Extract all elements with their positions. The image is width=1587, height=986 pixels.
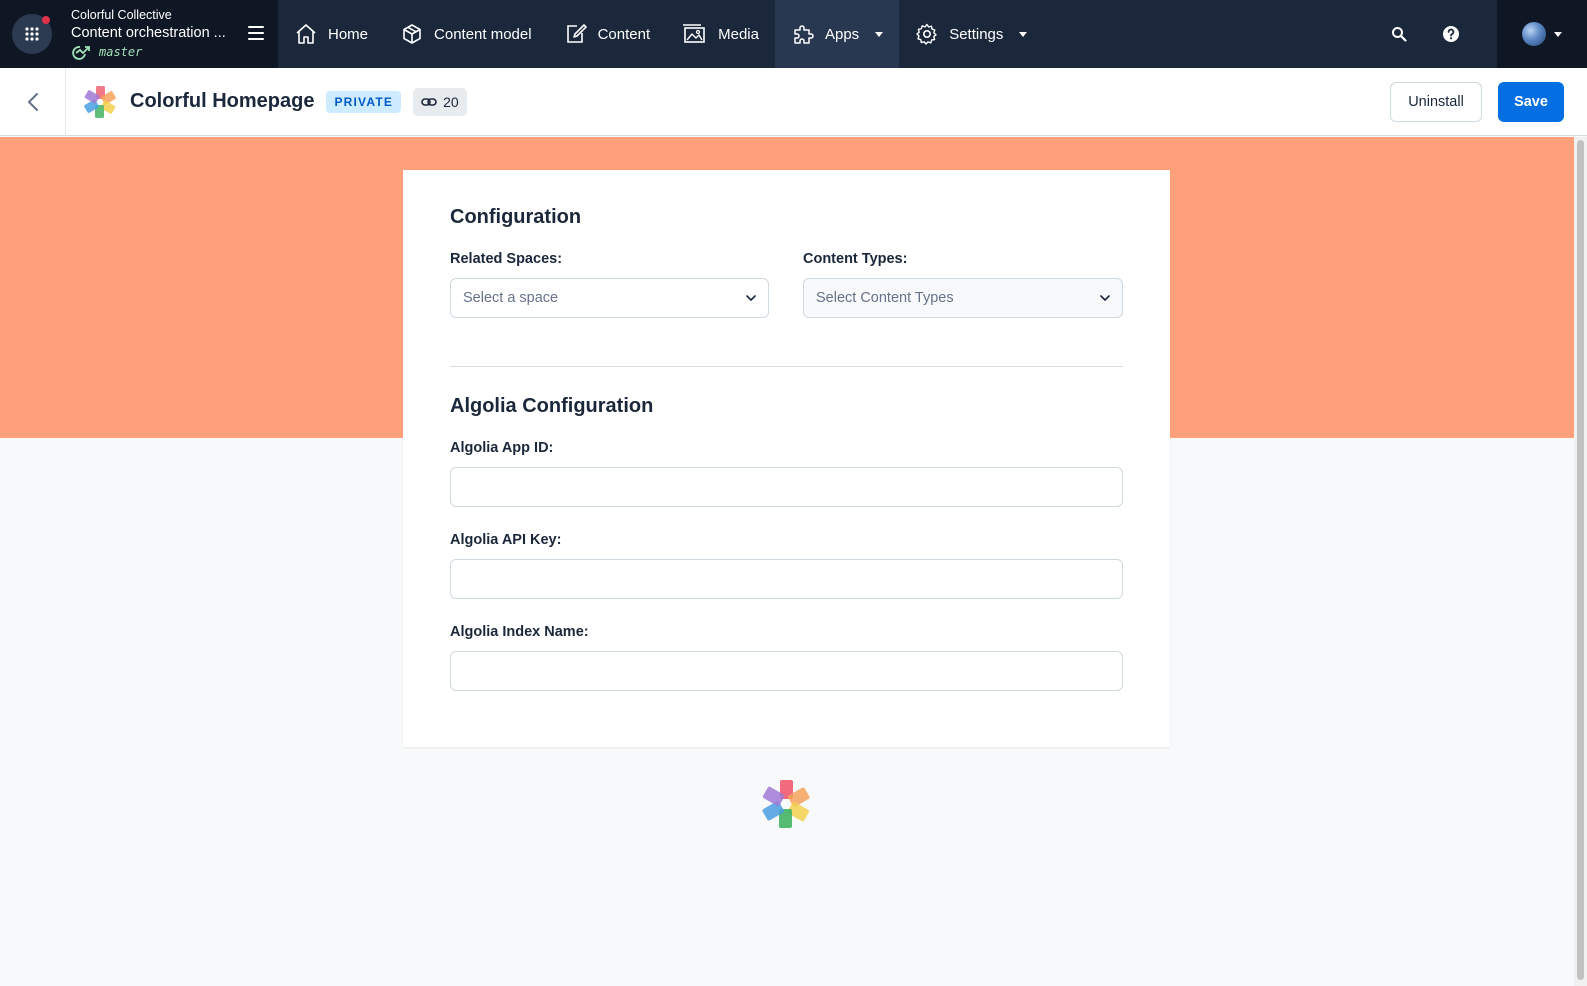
visibility-badge: PRIVATE (326, 90, 402, 113)
user-menu[interactable] (1497, 0, 1587, 68)
algolia-heading: Algolia Configuration (450, 395, 654, 417)
nav-item-apps[interactable]: Apps (774, 0, 900, 68)
environment-name: master (99, 45, 143, 59)
main-nav: Home Content model Content Media Apps Se… (278, 0, 1043, 68)
gear-icon (916, 23, 937, 45)
puzzle-icon (794, 25, 814, 44)
environment-row: master (71, 43, 231, 61)
avatar (1522, 22, 1546, 46)
help-button[interactable] (1425, 0, 1477, 68)
algolia-app-id-label: Algolia App ID: (450, 440, 554, 456)
grid-icon (25, 27, 39, 41)
link-icon (421, 97, 437, 106)
app-header: Colorful Homepage PRIVATE 20 Uninstall S… (0, 67, 1587, 136)
space-name: Content orchestration ... (71, 25, 226, 41)
menu-icon[interactable] (248, 26, 264, 40)
home-icon (296, 24, 316, 44)
references-badge[interactable]: 20 (413, 87, 467, 116)
nav-item-label: Apps (824, 25, 860, 43)
nav-item-label: Content model (434, 25, 532, 43)
related-spaces-label: Related Spaces: (450, 251, 563, 267)
nav-item-label: Media (718, 25, 759, 43)
select-placeholder: Select a space (463, 290, 559, 306)
nav-item-label: Home (328, 25, 369, 43)
colorful-logo-icon (84, 85, 116, 118)
content-types-select[interactable]: Select Content Types (803, 278, 1123, 318)
section-divider (450, 366, 1123, 367)
environment-icon (72, 46, 90, 60)
search-icon (1392, 27, 1407, 42)
scrollbar-thumb[interactable] (1577, 140, 1584, 980)
algolia-api-key-label: Algolia API Key: (450, 532, 562, 548)
image-icon (683, 24, 705, 43)
chevron-down-icon (1554, 31, 1562, 37)
references-count: 20 (443, 93, 459, 110)
chevron-left-icon (27, 92, 38, 111)
save-button[interactable]: Save (1498, 82, 1564, 122)
notification-dot (42, 16, 50, 24)
chevron-down-icon (1019, 31, 1028, 37)
algolia-app-id-input[interactable] (450, 467, 1123, 507)
organization-name: Colorful Collective (71, 8, 172, 22)
colorful-logo-icon (762, 780, 810, 828)
nav-item-home[interactable]: Home (278, 0, 384, 68)
cube-icon (403, 24, 421, 44)
nav-item-label: Settings (949, 25, 1004, 43)
chevron-down-icon (746, 295, 756, 301)
configuration-heading: Configuration (450, 206, 582, 228)
search-button[interactable] (1373, 0, 1425, 68)
content-types-label: Content Types: (803, 251, 908, 267)
nav-item-content[interactable]: Content (548, 0, 667, 68)
chevron-down-icon (1100, 295, 1110, 301)
space-info: Colorful Collective Content orchestratio… (71, 7, 231, 61)
app-launcher-button[interactable] (12, 14, 52, 54)
nav-item-content-model[interactable]: Content model (384, 0, 548, 68)
app-logo (82, 84, 118, 120)
algolia-api-key-input[interactable] (450, 559, 1123, 599)
nav-item-settings[interactable]: Settings (899, 0, 1043, 68)
related-spaces-select[interactable]: Select a space (450, 278, 769, 318)
nav-item-media[interactable]: Media (666, 0, 775, 68)
select-placeholder: Select Content Types (816, 290, 954, 306)
uninstall-button[interactable]: Uninstall (1390, 82, 1482, 122)
config-card: Configuration Related Spaces: Select a s… (403, 170, 1170, 747)
algolia-index-name-input[interactable] (450, 651, 1123, 691)
space-switcher[interactable]: Colorful Collective Content orchestratio… (0, 0, 278, 68)
top-navigation: Colorful Collective Content orchestratio… (0, 0, 1587, 68)
page-title: Colorful Homepage (130, 90, 315, 112)
algolia-index-name-label: Algolia Index Name: (450, 624, 589, 640)
nav-item-label: Content (597, 25, 651, 43)
help-icon (1443, 26, 1459, 42)
nav-utilities (1373, 0, 1587, 68)
edit-icon (566, 24, 587, 43)
chevron-down-icon (875, 31, 884, 37)
back-button[interactable] (0, 67, 66, 136)
